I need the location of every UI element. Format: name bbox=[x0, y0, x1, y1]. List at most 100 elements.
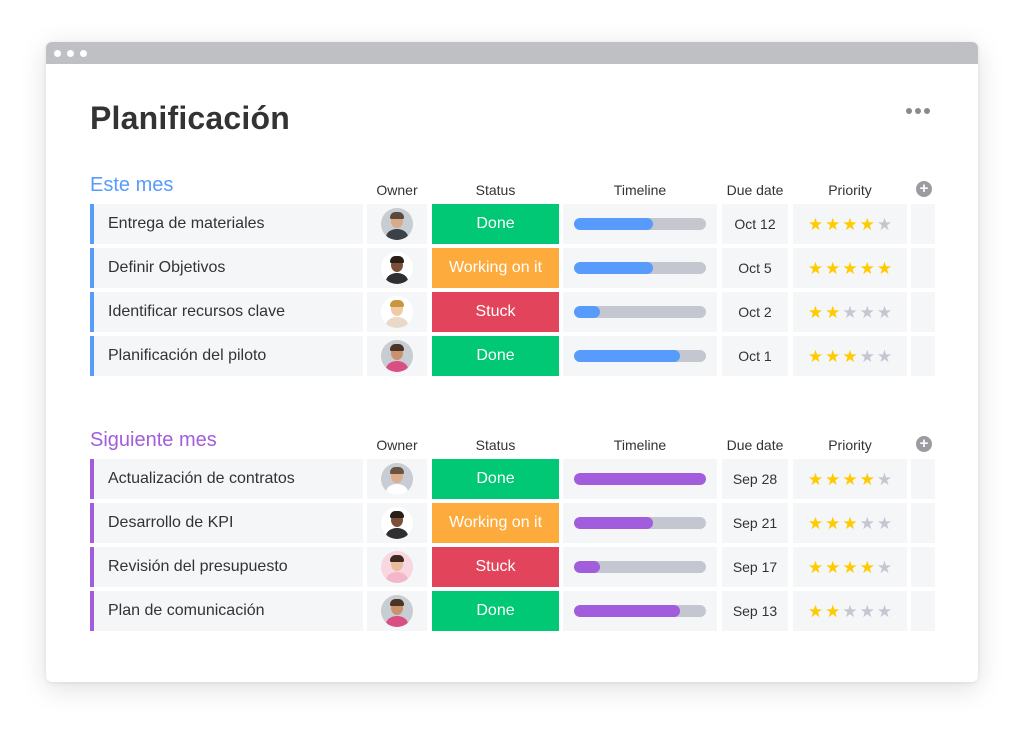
avatar[interactable] bbox=[381, 252, 413, 284]
star-icon[interactable]: ★ bbox=[808, 348, 823, 365]
status-badge[interactable]: Done bbox=[432, 336, 559, 376]
star-icon[interactable]: ★ bbox=[825, 471, 840, 488]
column-header-status[interactable]: Status bbox=[432, 437, 559, 453]
add-column-icon[interactable]: + bbox=[916, 181, 932, 197]
star-icon[interactable]: ★ bbox=[825, 348, 840, 365]
column-header-priority[interactable]: Priority bbox=[793, 182, 907, 198]
table-row[interactable]: Plan de comunicación Done Sep 13 ★ ★ ★ ★ ★ bbox=[88, 591, 938, 631]
table-row[interactable]: Entrega de materiales Done Oct 12 ★ ★ ★ ★ ★ bbox=[88, 204, 938, 244]
timeline-cell[interactable] bbox=[563, 336, 717, 376]
priority-rating[interactable]: ★ ★ ★ ★ ★ bbox=[793, 503, 907, 543]
avatar[interactable] bbox=[381, 595, 413, 627]
star-icon[interactable]: ★ bbox=[860, 260, 875, 277]
star-icon[interactable]: ★ bbox=[842, 515, 857, 532]
due-date-cell[interactable]: Sep 17 bbox=[722, 547, 788, 587]
status-badge[interactable]: Stuck bbox=[432, 547, 559, 587]
star-icon[interactable]: ★ bbox=[825, 515, 840, 532]
priority-rating[interactable]: ★ ★ ★ ★ ★ bbox=[793, 336, 907, 376]
star-icon[interactable]: ★ bbox=[808, 260, 823, 277]
timeline-cell[interactable] bbox=[563, 248, 717, 288]
priority-rating[interactable]: ★ ★ ★ ★ ★ bbox=[793, 248, 907, 288]
item-name[interactable]: Identificar recursos clave bbox=[90, 292, 363, 332]
priority-rating[interactable]: ★ ★ ★ ★ ★ bbox=[793, 547, 907, 587]
star-icon[interactable]: ★ bbox=[877, 348, 892, 365]
timeline-cell[interactable] bbox=[563, 459, 717, 499]
star-icon[interactable]: ★ bbox=[825, 216, 840, 233]
owner-cell[interactable] bbox=[367, 459, 427, 499]
status-badge[interactable]: Stuck bbox=[432, 292, 559, 332]
due-date-cell[interactable]: Sep 21 bbox=[722, 503, 788, 543]
item-name[interactable]: Entrega de materiales bbox=[90, 204, 363, 244]
star-icon[interactable]: ★ bbox=[877, 471, 892, 488]
owner-cell[interactable] bbox=[367, 591, 427, 631]
star-icon[interactable]: ★ bbox=[860, 348, 875, 365]
star-icon[interactable]: ★ bbox=[808, 515, 823, 532]
star-icon[interactable]: ★ bbox=[877, 216, 892, 233]
avatar[interactable] bbox=[381, 340, 413, 372]
star-icon[interactable]: ★ bbox=[877, 304, 892, 321]
due-date-cell[interactable]: Sep 13 bbox=[722, 591, 788, 631]
table-row[interactable]: Actualización de contratos Done Sep 28 ★ ★ ★ ★… bbox=[88, 459, 938, 499]
column-header-due-date[interactable]: Due date bbox=[722, 437, 788, 453]
star-icon[interactable]: ★ bbox=[860, 559, 875, 576]
column-header-status[interactable]: Status bbox=[432, 182, 559, 198]
owner-cell[interactable] bbox=[367, 292, 427, 332]
avatar[interactable] bbox=[381, 551, 413, 583]
due-date-cell[interactable]: Oct 5 bbox=[722, 248, 788, 288]
priority-rating[interactable]: ★ ★ ★ ★ ★ bbox=[793, 459, 907, 499]
owner-cell[interactable] bbox=[367, 336, 427, 376]
status-badge[interactable]: Working on it bbox=[432, 248, 559, 288]
star-icon[interactable]: ★ bbox=[860, 304, 875, 321]
status-badge[interactable]: Done bbox=[432, 459, 559, 499]
group-title[interactable]: Este mes bbox=[90, 174, 173, 197]
star-icon[interactable]: ★ bbox=[877, 515, 892, 532]
more-options-icon[interactable] bbox=[906, 108, 930, 114]
item-name[interactable]: Planificación del piloto bbox=[90, 336, 363, 376]
item-name[interactable]: Actualización de contratos bbox=[90, 459, 363, 499]
status-badge[interactable]: Done bbox=[432, 591, 559, 631]
window-close-dot[interactable] bbox=[54, 49, 61, 57]
column-header-priority[interactable]: Priority bbox=[793, 437, 907, 453]
item-name[interactable]: Plan de comunicación bbox=[90, 591, 363, 631]
status-badge[interactable]: Working on it bbox=[432, 503, 559, 543]
star-icon[interactable]: ★ bbox=[842, 603, 857, 620]
timeline-cell[interactable] bbox=[563, 503, 717, 543]
star-icon[interactable]: ★ bbox=[860, 471, 875, 488]
column-header-owner[interactable]: Owner bbox=[367, 182, 427, 198]
star-icon[interactable]: ★ bbox=[860, 603, 875, 620]
owner-cell[interactable] bbox=[367, 248, 427, 288]
star-icon[interactable]: ★ bbox=[825, 304, 840, 321]
owner-cell[interactable] bbox=[367, 547, 427, 587]
star-icon[interactable]: ★ bbox=[825, 603, 840, 620]
star-icon[interactable]: ★ bbox=[842, 559, 857, 576]
star-icon[interactable]: ★ bbox=[877, 603, 892, 620]
star-icon[interactable]: ★ bbox=[808, 216, 823, 233]
avatar[interactable] bbox=[381, 507, 413, 539]
table-row[interactable]: Definir Objetivos Working on it Oct 5 ★ ★ ★ ★ ★ bbox=[88, 248, 938, 288]
item-name[interactable]: Revisión del presupuesto bbox=[90, 547, 363, 587]
star-icon[interactable]: ★ bbox=[842, 260, 857, 277]
star-icon[interactable]: ★ bbox=[877, 260, 892, 277]
item-name[interactable]: Desarrollo de KPI bbox=[90, 503, 363, 543]
star-icon[interactable]: ★ bbox=[808, 559, 823, 576]
due-date-cell[interactable]: Oct 1 bbox=[722, 336, 788, 376]
star-icon[interactable]: ★ bbox=[808, 603, 823, 620]
star-icon[interactable]: ★ bbox=[860, 216, 875, 233]
priority-rating[interactable]: ★ ★ ★ ★ ★ bbox=[793, 292, 907, 332]
table-row[interactable]: Identificar recursos clave Stuck Oct 2 ★ ★ ★ ★… bbox=[88, 292, 938, 332]
star-icon[interactable]: ★ bbox=[877, 559, 892, 576]
status-badge[interactable]: Done bbox=[432, 204, 559, 244]
group-title[interactable]: Siguiente mes bbox=[90, 429, 217, 452]
avatar[interactable] bbox=[381, 463, 413, 495]
column-header-due-date[interactable]: Due date bbox=[722, 182, 788, 198]
add-column-icon[interactable]: + bbox=[916, 436, 932, 452]
column-header-timeline[interactable]: Timeline bbox=[563, 182, 717, 198]
table-row[interactable]: Desarrollo de KPI Working on it Sep 21 ★ ★ ★ ★… bbox=[88, 503, 938, 543]
priority-rating[interactable]: ★ ★ ★ ★ ★ bbox=[793, 591, 907, 631]
due-date-cell[interactable]: Oct 12 bbox=[722, 204, 788, 244]
avatar[interactable] bbox=[381, 208, 413, 240]
column-header-owner[interactable]: Owner bbox=[367, 437, 427, 453]
window-maximize-dot[interactable] bbox=[80, 49, 87, 57]
column-header-timeline[interactable]: Timeline bbox=[563, 437, 717, 453]
table-row[interactable]: Revisión del presupuesto Stuck Sep 17 ★ ★ ★ ★ ★ bbox=[88, 547, 938, 587]
